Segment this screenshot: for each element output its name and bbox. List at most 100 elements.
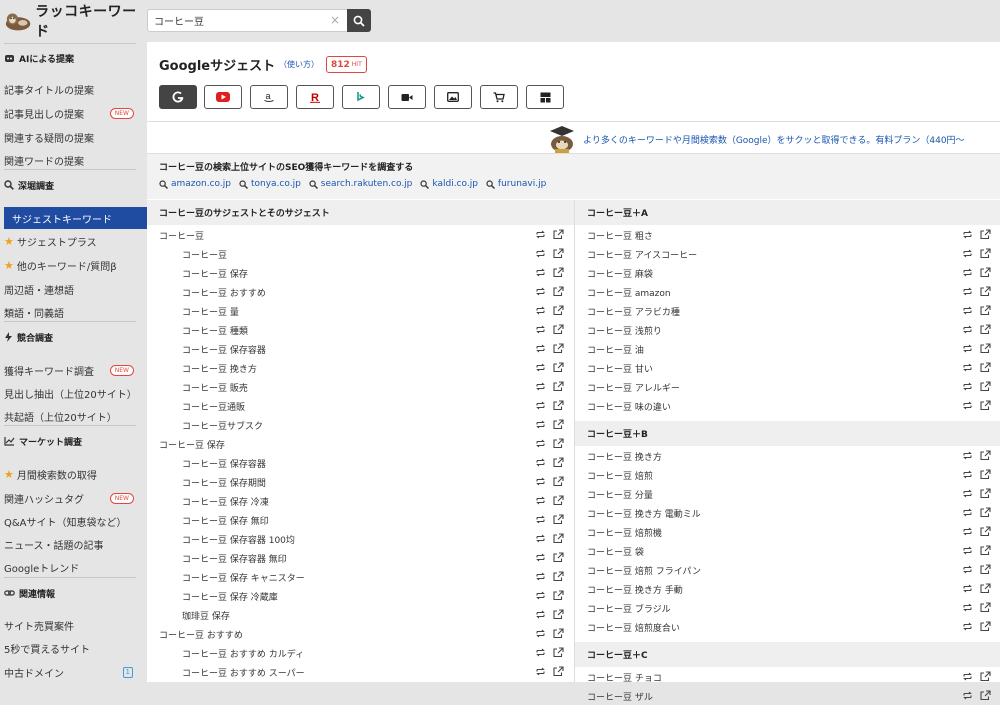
keyword-row[interactable]: コーヒー豆 油	[575, 339, 1000, 358]
external-link-icon[interactable]	[980, 545, 991, 556]
external-link-icon[interactable]	[553, 514, 564, 525]
keyword-row[interactable]: コーヒー豆 焙煎	[575, 465, 1000, 484]
expand-suggest-icon[interactable]	[962, 526, 973, 537]
keyword-text[interactable]: コーヒー豆 おすすめ	[159, 628, 243, 641]
external-link-icon[interactable]	[553, 305, 564, 316]
external-link-icon[interactable]	[553, 533, 564, 544]
seo-site-link[interactable]: tonya.co.jp	[239, 179, 301, 189]
keyword-text[interactable]: コーヒー豆 袋	[587, 545, 644, 558]
keyword-text[interactable]: コーヒー豆 焙煎	[587, 469, 653, 482]
external-link-icon[interactable]	[980, 248, 991, 259]
sidebar-item[interactable]: ニュース・話題の記事	[4, 534, 144, 554]
external-link-icon[interactable]	[553, 343, 564, 354]
keyword-row[interactable]: コーヒー豆 アレルギー	[575, 377, 1000, 396]
keyword-row[interactable]: コーヒー豆 保存 冷凍	[147, 491, 574, 510]
keyword-row[interactable]: コーヒー豆 おすすめ カルディ	[147, 643, 574, 662]
keyword-text[interactable]: コーヒー豆サブスク	[182, 419, 263, 432]
expand-suggest-icon[interactable]	[962, 450, 973, 461]
external-link-icon[interactable]	[980, 305, 991, 316]
expand-suggest-icon[interactable]	[535, 457, 546, 468]
external-link-icon[interactable]	[553, 267, 564, 278]
expand-suggest-icon[interactable]	[962, 602, 973, 613]
external-link-icon[interactable]	[553, 362, 564, 373]
keyword-row[interactable]: コーヒー豆 アイスコーヒー	[575, 244, 1000, 263]
expand-suggest-icon[interactable]	[535, 476, 546, 487]
sidebar-item[interactable]: 関連ハッシュタグ NEW	[4, 488, 144, 508]
external-link-icon[interactable]	[553, 590, 564, 601]
expand-suggest-icon[interactable]	[535, 400, 546, 411]
keyword-row[interactable]: コーヒー豆 保存容器	[147, 339, 574, 358]
external-link-icon[interactable]	[553, 286, 564, 297]
expand-suggest-icon[interactable]	[962, 671, 973, 682]
expand-suggest-icon[interactable]	[535, 286, 546, 297]
expand-suggest-icon[interactable]	[962, 583, 973, 594]
expand-suggest-icon[interactable]	[535, 343, 546, 354]
expand-suggest-icon[interactable]	[962, 229, 973, 240]
keyword-row[interactable]: コーヒー豆 おすすめ	[147, 282, 574, 301]
external-link-icon[interactable]	[553, 457, 564, 468]
keyword-row[interactable]: コーヒー豆 分量	[575, 484, 1000, 503]
external-link-icon[interactable]	[980, 450, 991, 461]
external-link-icon[interactable]	[980, 564, 991, 575]
expand-suggest-icon[interactable]	[535, 590, 546, 601]
keyword-row[interactable]: コーヒー豆 保存容器	[147, 453, 574, 472]
keyword-row[interactable]: コーヒー豆 チョコ	[575, 667, 1000, 686]
keyword-text[interactable]: コーヒー豆 油	[587, 343, 644, 356]
expand-suggest-icon[interactable]	[535, 571, 546, 582]
expand-suggest-icon[interactable]	[962, 690, 973, 701]
keyword-text[interactable]: コーヒー豆 浅煎り	[587, 324, 662, 337]
expand-suggest-icon[interactable]	[962, 248, 973, 259]
external-link-icon[interactable]	[553, 609, 564, 620]
keyword-row[interactable]: コーヒー豆 種類	[147, 320, 574, 339]
expand-suggest-icon[interactable]	[535, 305, 546, 316]
keyword-text[interactable]: コーヒー豆 おすすめ	[182, 286, 266, 299]
keyword-text[interactable]: コーヒー豆 保存容器 100均	[182, 533, 295, 546]
sidebar-item[interactable]: 関連する疑問の提案	[4, 127, 144, 147]
keyword-text[interactable]: コーヒー豆 保存容器	[182, 343, 266, 356]
keyword-row[interactable]: コーヒー豆 甘い	[575, 358, 1000, 377]
keyword-text[interactable]: コーヒー豆 保存容器 無印	[182, 552, 287, 565]
external-link-icon[interactable]	[980, 621, 991, 632]
external-link-icon[interactable]	[553, 647, 564, 658]
sidebar-item[interactable]: 中古ドメイン 1	[4, 662, 144, 682]
keyword-text[interactable]: コーヒー豆通販	[182, 400, 245, 413]
external-link-icon[interactable]	[553, 571, 564, 582]
external-link-icon[interactable]	[980, 229, 991, 240]
keyword-row[interactable]: コーヒー豆 粗さ	[575, 225, 1000, 244]
seo-site-link[interactable]: amazon.co.jp	[159, 179, 231, 189]
expand-suggest-icon[interactable]	[962, 381, 973, 392]
external-link-icon[interactable]	[980, 526, 991, 537]
keyword-text[interactable]: コーヒー豆 種類	[182, 324, 248, 337]
external-link-icon[interactable]	[980, 324, 991, 335]
expand-suggest-icon[interactable]	[535, 647, 546, 658]
sidebar-item[interactable]: 5秒で買えるサイト	[4, 638, 144, 658]
external-link-icon[interactable]	[553, 400, 564, 411]
keyword-row[interactable]: コーヒー豆 保存 キャニスター	[147, 567, 574, 586]
keyword-text[interactable]: コーヒー豆 焙煎 フライパン	[587, 564, 701, 577]
keyword-row[interactable]: コーヒー豆 焙煎機	[575, 522, 1000, 541]
clear-icon[interactable]: ×	[328, 13, 342, 27]
keyword-row[interactable]: コーヒー豆 焙煎 フライパン	[575, 560, 1000, 579]
keyword-row[interactable]: コーヒー豆 おすすめ スーパー	[147, 662, 574, 681]
keyword-text[interactable]: コーヒー豆	[159, 229, 204, 242]
expand-suggest-icon[interactable]	[535, 438, 546, 449]
external-link-icon[interactable]	[553, 229, 564, 240]
expand-suggest-icon[interactable]	[535, 533, 546, 544]
seo-site-link[interactable]: search.rakuten.co.jp	[309, 179, 412, 189]
expand-suggest-icon[interactable]	[535, 324, 546, 335]
expand-suggest-icon[interactable]	[962, 267, 973, 278]
logo[interactable]: ラッコキーワード	[4, 4, 144, 40]
seo-site-link[interactable]: furunavi.jp	[486, 179, 546, 189]
external-link-icon[interactable]	[553, 495, 564, 506]
expand-suggest-icon[interactable]	[962, 469, 973, 480]
external-link-icon[interactable]	[553, 628, 564, 639]
keyword-row[interactable]: コーヒー豆 保存 冷蔵庫	[147, 586, 574, 605]
engine-tab-image[interactable]	[434, 85, 472, 109]
howto-link[interactable]: （使い方）	[279, 59, 319, 70]
sidebar-item[interactable]: 記事タイトルの提案	[4, 79, 144, 99]
expand-suggest-icon[interactable]	[962, 507, 973, 518]
keyword-text[interactable]: コーヒー豆 麻袋	[587, 267, 653, 280]
keyword-text[interactable]: コーヒー豆 アイスコーヒー	[587, 248, 697, 261]
keyword-row[interactable]: コーヒー豆 販売	[147, 377, 574, 396]
external-link-icon[interactable]	[980, 583, 991, 594]
